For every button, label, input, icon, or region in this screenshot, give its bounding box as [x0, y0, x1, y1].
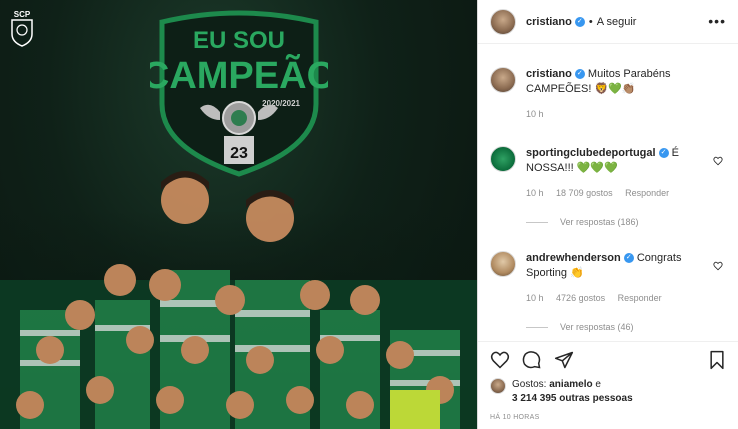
like-comment-heart-icon[interactable] — [713, 156, 723, 166]
likes-summary[interactable]: Gostos: aniamelo e 3 214 395 outras pess… — [490, 378, 727, 406]
sporting-crest-logo: SCP — [11, 10, 33, 47]
title-line2: CAMPEÃO — [150, 53, 328, 97]
comment-time[interactable]: 10 h — [526, 188, 544, 198]
bookmark-icon[interactable] — [707, 350, 727, 370]
title-line1: EU SOU — [193, 27, 285, 54]
verified-badge-icon: ✓ — [623, 253, 634, 264]
header-separator: • — [588, 15, 593, 28]
champion-shield-graphic: EU SOU CAMPEÃO 2020/2021 23 — [150, 10, 328, 177]
comment-avatar[interactable] — [490, 251, 516, 277]
comment-avatar[interactable] — [490, 146, 516, 172]
comment-likes[interactable]: 4726 gostos — [556, 293, 605, 303]
likes-prefix: Gostos: — [512, 379, 547, 390]
following-button[interactable]: A seguir — [597, 16, 637, 28]
verified-badge-icon: ✓ — [574, 69, 585, 80]
liker-avatar[interactable] — [490, 378, 506, 394]
likes-join: e — [595, 379, 601, 390]
replies-line — [526, 221, 548, 223]
post-image[interactable]: SCP EU SOU CAMPEÃO 2020/2021 23 — [0, 0, 477, 429]
comments-list[interactable]: cristiano ✓ Muitos Parabéns CAMPEÕES! 🦁💚👏… — [478, 45, 738, 341]
comment-time[interactable]: 10 h — [526, 293, 544, 303]
comment-time[interactable]: 10 h — [526, 109, 544, 119]
like-heart-icon[interactable] — [490, 350, 510, 370]
comment-avatar[interactable] — [490, 67, 516, 93]
author-avatar[interactable] — [490, 8, 516, 35]
author-username[interactable]: cristiano — [526, 16, 572, 28]
post-side-panel: cristiano ✓ • A seguir ••• cristiano ✓ Mu… — [477, 0, 738, 429]
action-icons — [490, 342, 727, 378]
view-replies-label[interactable]: Ver respostas (186) — [560, 217, 639, 227]
verified-badge-icon: ✓ — [574, 16, 585, 27]
view-replies-label[interactable]: Ver respostas (46) — [560, 322, 634, 332]
post-actions: Gostos: aniamelo e 3 214 395 outras pess… — [478, 341, 738, 429]
comment-item: sportingclubedeportugal ✓ É NOSSA!!! 💚💚💚 … — [490, 146, 727, 201]
share-send-icon[interactable] — [554, 350, 574, 370]
more-options-icon[interactable]: ••• — [708, 14, 726, 28]
replies-line — [526, 326, 548, 328]
likes-count[interactable]: 3 214 395 outras pessoas — [512, 393, 633, 404]
verified-badge-icon: ✓ — [658, 148, 669, 159]
reply-button[interactable]: Responder — [625, 188, 669, 198]
comment-username[interactable]: andrewhenderson — [526, 252, 621, 264]
reply-button[interactable]: Responder — [618, 293, 662, 303]
view-replies-button[interactable]: Ver respostas (186) — [526, 217, 727, 227]
post-timestamp[interactable]: HÁ 10 HORAS — [490, 414, 727, 421]
liker-username[interactable]: aniamelo — [549, 379, 592, 390]
comment-item: andrewhenderson ✓ Congrats Sporting 👏 10 … — [490, 251, 727, 306]
crest-text: SCP — [14, 10, 31, 19]
caption-comment: cristiano ✓ Muitos Parabéns CAMPEÕES! 🦁💚👏… — [490, 67, 727, 122]
like-comment-heart-icon[interactable] — [713, 261, 723, 271]
comment-bubble-icon[interactable] — [522, 350, 542, 370]
comment-username[interactable]: sportingclubedeportugal — [526, 147, 656, 159]
comment-username[interactable]: cristiano — [526, 68, 572, 80]
comment-likes[interactable]: 18 709 gostos — [556, 188, 613, 198]
view-replies-button[interactable]: Ver respostas (46) — [526, 322, 727, 332]
post-header: cristiano ✓ • A seguir ••• — [478, 0, 738, 44]
players-collage — [0, 171, 477, 429]
